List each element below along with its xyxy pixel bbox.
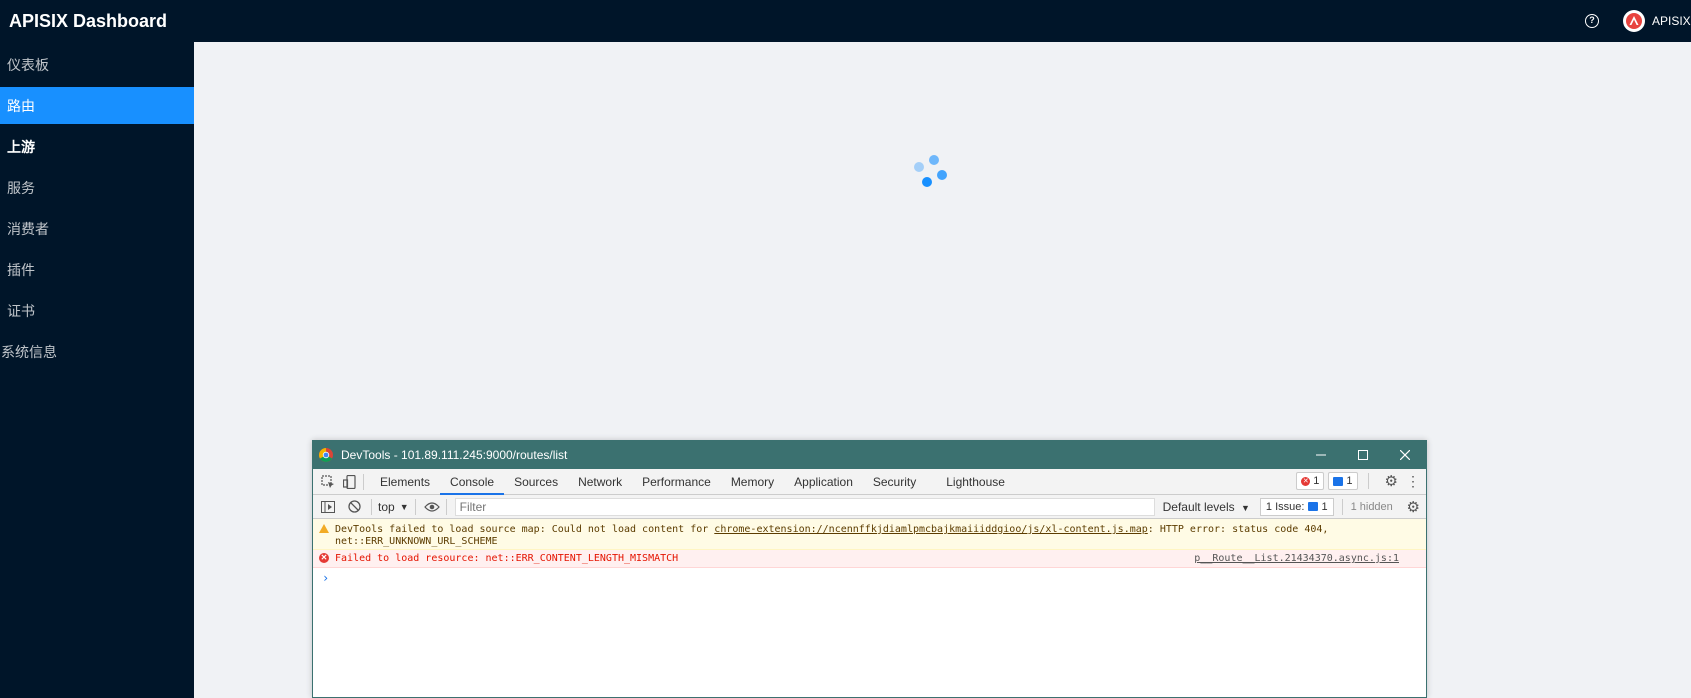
console-filter-input[interactable] bbox=[454, 497, 1155, 516]
question-circle-icon[interactable]: ? bbox=[1585, 14, 1599, 28]
sidebar-item-label: 路由 bbox=[7, 98, 35, 115]
device-toolbar-icon[interactable] bbox=[343, 474, 357, 489]
source-map-link[interactable]: chrome-extension://ncennffkjdiamlpmcbajk… bbox=[714, 524, 1147, 535]
user-name: APISIX bbox=[1652, 14, 1691, 28]
hidden-count: 1 hidden bbox=[1350, 500, 1393, 513]
spinner-dot bbox=[922, 177, 932, 187]
devtools-titlebar[interactable]: DevTools - 101.89.111.245:9000/routes/li… bbox=[313, 441, 1426, 469]
eye-icon[interactable] bbox=[423, 500, 440, 514]
console-toolbar: top ▼ Default levels ▼ 1 Issue: 1 1 hidd… bbox=[313, 495, 1426, 519]
sidebar-item-label: 插件 bbox=[7, 262, 35, 279]
tab-sources[interactable]: Sources bbox=[504, 469, 568, 495]
warning-line-1: DevTools failed to load source map: Coul… bbox=[335, 524, 1426, 536]
warning-prefix: DevTools failed to load source map: Coul… bbox=[335, 524, 715, 535]
avatar bbox=[1623, 10, 1645, 32]
devtools-title: DevTools - 101.89.111.245:9000/routes/li… bbox=[341, 448, 568, 462]
divider bbox=[414, 498, 416, 515]
divider bbox=[445, 498, 447, 515]
clear-console-icon[interactable] bbox=[347, 500, 361, 514]
message-count-badge[interactable]: 1 bbox=[1328, 472, 1358, 490]
tab-application[interactable]: Application bbox=[784, 469, 863, 495]
sidebar-item-label: 服务 bbox=[7, 180, 35, 197]
app-title: APISIX Dashboard bbox=[9, 10, 168, 31]
warning-line-2: net::ERR_UNKNOWN_URL_SCHEME bbox=[335, 536, 498, 547]
inspect-element-icon[interactable] bbox=[321, 474, 335, 489]
tab-network[interactable]: Network bbox=[568, 469, 632, 495]
sidebar-nav: 仪表板 路由 上游 服务 消费者 插件 证书 系统信息 bbox=[0, 42, 194, 698]
tab-memory[interactable]: Memory bbox=[721, 469, 784, 495]
issues-button[interactable]: 1 Issue: 1 bbox=[1259, 497, 1334, 516]
context-selector[interactable]: top ▼ bbox=[378, 500, 409, 514]
dropdown-arrow-icon: ▼ bbox=[1241, 502, 1250, 513]
apisix-logo-icon bbox=[1626, 13, 1642, 29]
sidebar-item-label: 消费者 bbox=[7, 221, 49, 238]
header-actions: ? APISIX bbox=[1585, 0, 1691, 42]
levels-label: Default levels bbox=[1162, 499, 1235, 514]
chrome-icon bbox=[319, 448, 333, 462]
prompt-chevron-icon: › bbox=[322, 571, 330, 585]
maximize-icon[interactable] bbox=[1342, 441, 1384, 469]
user-menu[interactable]: APISIX bbox=[1623, 10, 1691, 32]
context-value: top bbox=[378, 499, 395, 514]
tabbar-status: ✕ 1 1 ⚙ ⋮ bbox=[1296, 472, 1420, 490]
devtools-tabbar: Elements Console Sources Network Perform… bbox=[313, 469, 1426, 495]
loading-spinner-icon bbox=[910, 151, 952, 193]
dropdown-arrow-icon: ▼ bbox=[399, 501, 409, 512]
tab-elements[interactable]: Elements bbox=[370, 469, 440, 495]
sidebar-item-services[interactable]: 服务 bbox=[0, 169, 194, 206]
spinner-dot bbox=[914, 162, 924, 172]
sidebar-item-label: 证书 bbox=[7, 303, 35, 320]
sidebar-item-upstream[interactable]: 上游 bbox=[0, 128, 194, 165]
log-levels-dropdown[interactable]: Default levels ▼ bbox=[1163, 500, 1250, 514]
message-count: 1 bbox=[1346, 475, 1353, 487]
sidebar-item-label: 仪表板 bbox=[7, 57, 49, 74]
error-icon: ✕ bbox=[319, 553, 329, 563]
sidebar-item-label: 系统信息 bbox=[1, 344, 57, 361]
sidebar-item-plugins[interactable]: 插件 bbox=[0, 251, 194, 288]
top-header: APISIX Dashboard ? APISIX bbox=[0, 0, 1691, 42]
close-icon[interactable] bbox=[1384, 441, 1426, 469]
console-error-message: ✕ Failed to load resource: net::ERR_CONT… bbox=[313, 550, 1426, 568]
window-controls bbox=[1300, 441, 1426, 469]
spinner-dot bbox=[929, 155, 939, 165]
more-options-icon[interactable]: ⋮ bbox=[1406, 473, 1420, 490]
issues-count: 1 bbox=[1321, 500, 1328, 513]
sidebar-item-consumers[interactable]: 消费者 bbox=[0, 210, 194, 247]
sidebar-item-routes[interactable]: 路由 bbox=[0, 87, 194, 124]
sidebar-item-label: 上游 bbox=[7, 139, 35, 156]
tab-performance[interactable]: Performance bbox=[632, 469, 721, 495]
console-prompt[interactable]: › bbox=[313, 568, 1426, 586]
minimize-icon[interactable] bbox=[1300, 441, 1342, 469]
sidebar-item-system-info[interactable]: 系统信息 bbox=[0, 333, 194, 370]
error-count: 1 bbox=[1313, 475, 1320, 487]
warning-icon bbox=[319, 524, 329, 533]
error-text: Failed to load resource: net::ERR_CONTEN… bbox=[335, 553, 679, 564]
issue-icon bbox=[1308, 502, 1319, 511]
warning-suffix: : HTTP error: status code 404, bbox=[1147, 524, 1329, 535]
error-count-badge[interactable]: ✕ 1 bbox=[1296, 472, 1325, 490]
tab-lighthouse[interactable]: Lighthouse bbox=[936, 469, 1015, 495]
console-settings-gear-icon[interactable]: ⚙ bbox=[1407, 498, 1420, 516]
console-warning-message: DevTools failed to load source map: Coul… bbox=[313, 519, 1426, 550]
error-source-link[interactable]: p__Route__List.21434370.async.js:1 bbox=[1194, 554, 1399, 564]
sidebar-toggle-icon[interactable] bbox=[321, 500, 335, 514]
sidebar-item-dashboard[interactable]: 仪表板 bbox=[0, 46, 194, 83]
error-icon: ✕ bbox=[1301, 476, 1311, 486]
divider bbox=[363, 473, 364, 490]
tab-console[interactable]: Console bbox=[440, 469, 505, 495]
message-icon bbox=[1333, 476, 1344, 486]
spinner-dot bbox=[937, 170, 947, 180]
issues-label: 1 Issue: bbox=[1265, 500, 1305, 513]
divider bbox=[1341, 498, 1343, 515]
sidebar-item-ssl[interactable]: 证书 bbox=[0, 292, 194, 329]
divider bbox=[1367, 473, 1369, 489]
divider bbox=[371, 498, 372, 515]
settings-gear-icon[interactable]: ⚙ bbox=[1385, 472, 1398, 490]
tab-security[interactable]: Security bbox=[863, 469, 926, 495]
devtools-window: DevTools - 101.89.111.245:9000/routes/li… bbox=[312, 440, 1427, 698]
